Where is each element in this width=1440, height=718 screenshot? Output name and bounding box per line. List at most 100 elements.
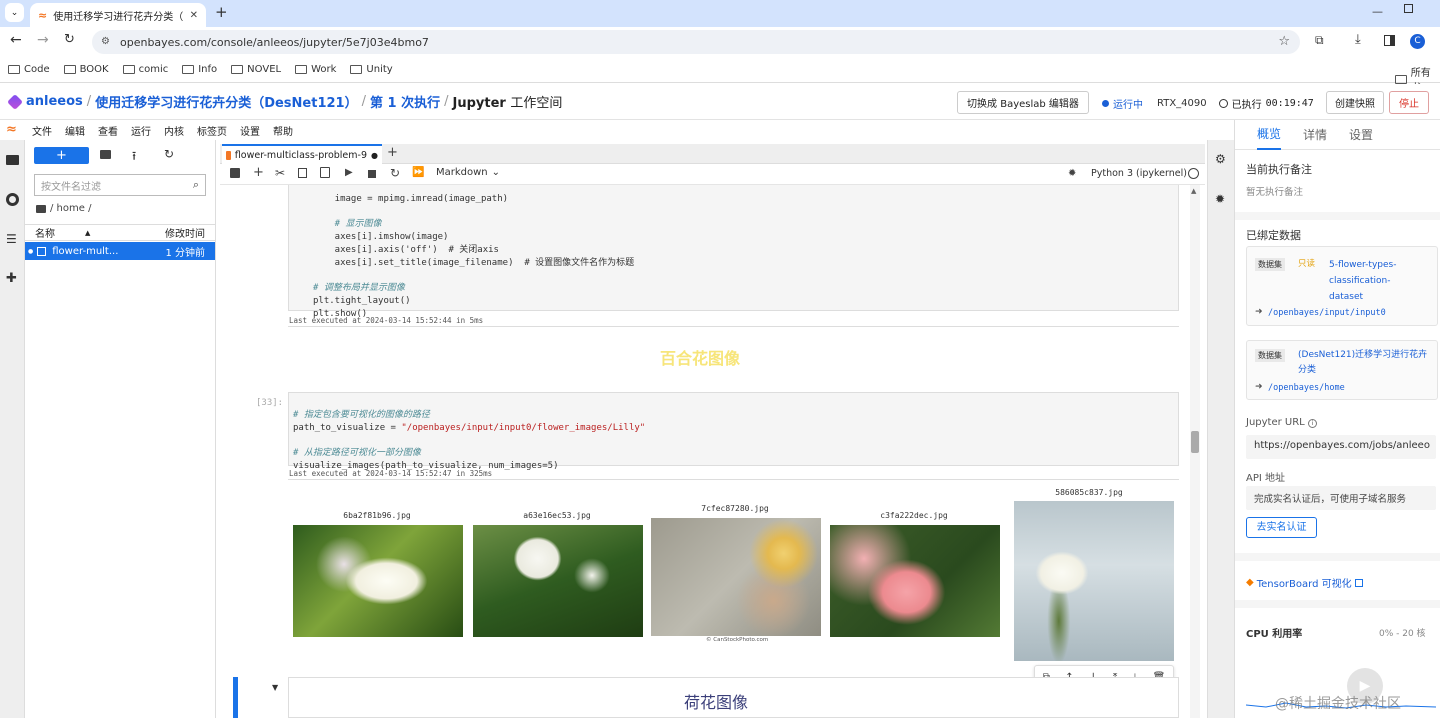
stop-button[interactable]: 停止	[1389, 91, 1429, 114]
address-bar[interactable]: ⚙ openbayes.com/console/anleeos/jupyter/…	[92, 30, 1300, 54]
file-row-selected[interactable]: ● flower-mult... 1 分钟前	[25, 242, 215, 260]
lily-image-5	[1014, 501, 1174, 661]
forward-icon[interactable]: →	[37, 32, 49, 48]
browser-tab-active[interactable]: ≈ 使用迁移学习进行花卉分类（D ✕	[30, 3, 206, 27]
dataset-path-1[interactable]: /openbayes/input/input0	[1268, 308, 1386, 318]
stockphoto-watermark: © CanStockPhoto.com	[706, 637, 769, 643]
dataset-name-1[interactable]: 5-flower-types-classification-dataset	[1329, 257, 1421, 305]
dataset-card-1[interactable]: 数据集 只读 5-flower-types-classification-dat…	[1246, 246, 1438, 326]
close-tab-icon[interactable]: ✕	[190, 10, 198, 21]
sidepanel-icon[interactable]	[1384, 35, 1395, 46]
reload-icon[interactable]: ↻	[64, 32, 75, 47]
unsaved-dot-icon[interactable]: ●	[371, 151, 378, 160]
property-inspector-icon[interactable]: ⚙	[1215, 152, 1226, 166]
scrollbar-thumb[interactable]	[1191, 431, 1199, 453]
bookmark-code[interactable]: Code	[8, 64, 50, 75]
api-field: 完成实名认证后，可使用子域名服务	[1246, 486, 1436, 510]
tab-overview[interactable]: 概览	[1257, 119, 1282, 150]
back-icon[interactable]: ←	[10, 32, 22, 48]
file-browser-icon[interactable]	[6, 155, 19, 165]
minimize-window-icon[interactable]: —	[1372, 5, 1383, 18]
paste-icon[interactable]	[320, 167, 330, 178]
menu-file[interactable]: 文件	[32, 123, 52, 138]
cell-divider-1	[288, 326, 1179, 327]
restore-window-icon[interactable]	[1404, 4, 1413, 13]
column-name[interactable]: 名称	[35, 225, 55, 240]
switch-editor-button[interactable]: 切换成 Bayeslab 编辑器	[957, 91, 1089, 114]
jupyter-favicon-icon: ≈	[38, 8, 48, 22]
extensions-icon[interactable]: ⧉	[1315, 33, 1324, 48]
tab-settings[interactable]: 设置	[1349, 126, 1373, 143]
code-cell-2[interactable]: # 指定包含要可视化的图像的路径 path_to_visualize = "/op…	[288, 392, 1179, 471]
column-modified[interactable]: 修改时间	[165, 225, 205, 240]
menu-kernel[interactable]: 内核	[164, 123, 184, 138]
url-text: openbayes.com/console/anleeos/jupyter/5e…	[120, 35, 429, 49]
run-cell-icon[interactable]: ▶	[345, 167, 353, 178]
jupyter-url-field[interactable]: https://openbayes.com/jobs/anleeo	[1246, 435, 1436, 459]
notebook-icon	[226, 150, 231, 160]
debugger-panel-icon[interactable]: ✹	[1215, 192, 1225, 206]
tab-list-button[interactable]: ⌄	[5, 3, 24, 22]
download-icon[interactable]: ⤓	[1355, 32, 1361, 47]
profile-avatar[interactable]: C	[1410, 34, 1425, 49]
menu-run[interactable]: 运行	[131, 123, 151, 138]
arrow-right-icon: ➜	[1255, 382, 1263, 392]
menu-settings[interactable]: 设置	[240, 123, 260, 138]
bookmark-book[interactable]: BOOK	[63, 64, 109, 75]
create-snapshot-button[interactable]: 创建快照	[1326, 91, 1384, 114]
juejin-watermark: @稀土掘金技术社区	[1275, 696, 1401, 712]
insert-cell-icon[interactable]: +	[253, 165, 264, 180]
breadcrumb-run[interactable]: 第 1 次执行	[370, 92, 440, 111]
menu-tabs[interactable]: 标签页	[197, 123, 227, 138]
code-cell-1[interactable]: image = mpimg.imread(image_path) # 显示图像 …	[288, 185, 1179, 319]
file-filter-input[interactable]: 按文件名过滤 ⌕	[34, 174, 206, 196]
divider	[1235, 212, 1440, 220]
current-path[interactable]: / home /	[36, 203, 91, 214]
new-tab-button[interactable]: +	[215, 3, 228, 21]
dataset-name-2[interactable]: (DesNet121)迁移学习进行花卉分类	[1298, 348, 1434, 378]
breadcrumb-user[interactable]: anleeos	[26, 94, 83, 109]
note-empty: 暂无执行备注	[1246, 187, 1304, 198]
new-launcher-button[interactable]: +	[34, 147, 89, 164]
debugger-icon[interactable]: ✹	[1068, 168, 1076, 179]
bookmark-info[interactable]: Info	[182, 64, 217, 75]
bookmark-star-icon[interactable]: ☆	[1278, 34, 1290, 49]
notebook-tab[interactable]: flower-multiclass-problem-9 ●	[222, 144, 382, 164]
scroll-up-icon[interactable]: ▲	[1191, 187, 1196, 195]
tensorboard-link[interactable]: ◆ TensorBoard 可视化	[1246, 575, 1363, 590]
collapse-cell-icon[interactable]: ▼	[272, 683, 278, 692]
interrupt-kernel-icon[interactable]	[368, 170, 376, 178]
menu-view[interactable]: 查看	[98, 123, 118, 138]
refresh-icon[interactable]: ↻	[164, 147, 174, 161]
upload-icon[interactable]: ⭱	[132, 147, 136, 168]
cut-icon[interactable]: ✂	[275, 166, 285, 180]
browser-toolbar: ← → ↻ ⚙ openbayes.com/console/anleeos/ju…	[0, 27, 1440, 57]
copy-icon[interactable]	[298, 168, 307, 178]
bookmark-comic[interactable]: comic	[122, 64, 168, 75]
dataset-path-2[interactable]: /openbayes/home	[1268, 383, 1345, 393]
new-folder-icon[interactable]	[100, 150, 111, 159]
bookmark-novel[interactable]: NOVEL	[231, 64, 281, 75]
save-icon[interactable]	[230, 168, 240, 178]
external-link-icon	[1354, 578, 1363, 587]
dataset-card-2[interactable]: 数据集 (DesNet121)迁移学习进行花卉分类 ➜ /openbayes/h…	[1246, 340, 1438, 400]
table-of-contents-icon[interactable]: ☰	[6, 233, 17, 245]
add-tab-button[interactable]: +	[387, 145, 398, 160]
restart-kernel-icon[interactable]: ↻	[390, 166, 400, 180]
notebook-scrollbar[interactable]: ▲	[1190, 185, 1200, 718]
bookmark-work[interactable]: Work	[295, 64, 336, 75]
lily-image-4	[830, 525, 1000, 637]
breadcrumb-project[interactable]: 使用迁移学习进行花卉分类（DesNet121）	[95, 92, 357, 111]
tab-details[interactable]: 详情	[1303, 126, 1327, 143]
menu-help[interactable]: 帮助	[273, 123, 293, 138]
bookmark-unity[interactable]: Unity	[350, 64, 393, 75]
cell-type-select[interactable]: Markdown ⌄	[436, 167, 500, 178]
site-info-icon[interactable]: ⚙	[101, 36, 110, 47]
verify-identity-button[interactable]: 去实名认证	[1246, 517, 1317, 538]
running-kernels-icon[interactable]	[6, 193, 19, 206]
extensions-puzzle-icon[interactable]: ✚	[6, 272, 17, 285]
sort-ascending-icon[interactable]: ▲	[85, 229, 90, 237]
restart-run-all-icon[interactable]: ⏩	[412, 167, 424, 178]
kernel-name[interactable]: Python 3 (ipykernel)	[1091, 168, 1187, 179]
menu-edit[interactable]: 编辑	[65, 123, 85, 138]
